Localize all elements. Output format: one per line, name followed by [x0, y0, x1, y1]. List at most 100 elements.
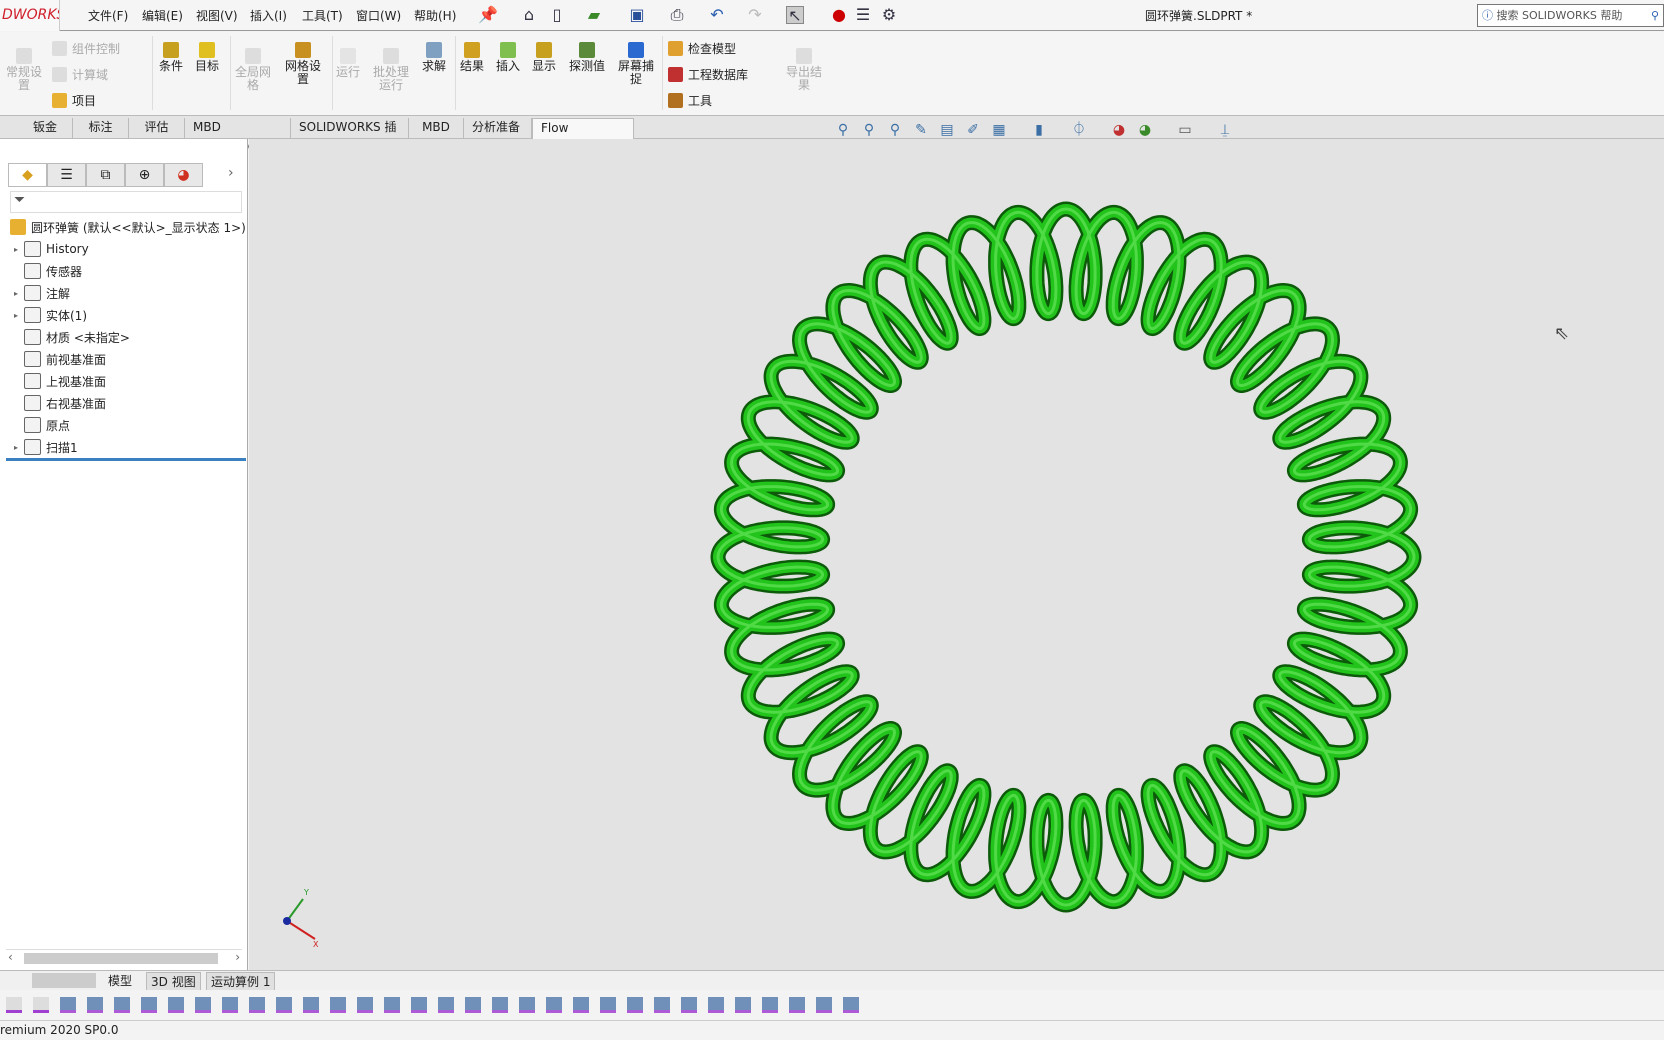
- bounding-box-tool-icon[interactable]: [303, 997, 319, 1013]
- feature-manager-tab[interactable]: ◆: [8, 163, 47, 187]
- tree-item[interactable]: 材质 <未指定>: [8, 326, 130, 348]
- edit-appearance-icon[interactable]: ◕: [1110, 122, 1128, 138]
- point-probe-tool-icon[interactable]: [249, 997, 265, 1013]
- rebuild-icon[interactable]: ●: [830, 6, 848, 24]
- view-orientation-icon[interactable]: ✐: [964, 122, 982, 138]
- save-icon[interactable]: ▣: [628, 6, 646, 24]
- undo-icon[interactable]: ↶: [708, 6, 726, 24]
- scrollbar-thumb[interactable]: [24, 953, 218, 964]
- tab-motion-study[interactable]: 运动算例 1: [206, 972, 276, 991]
- section-view-icon[interactable]: ✎: [912, 122, 930, 138]
- tab-scroll-arrows[interactable]: [32, 973, 96, 988]
- general-settings-button[interactable]: 常规设置: [2, 48, 46, 92]
- tab-analysis-prep[interactable]: 分析准备: [464, 118, 532, 139]
- check-model-button[interactable]: 检查模型: [668, 40, 736, 57]
- solidworks-logo[interactable]: DWORKS: [0, 0, 60, 31]
- open-icon[interactable]: ▰: [585, 6, 603, 24]
- view-settings-icon[interactable]: ▭: [1176, 122, 1194, 138]
- flow-trajectory-tool-icon[interactable]: [573, 997, 589, 1013]
- expand-arrow-icon[interactable]: ▸: [8, 289, 24, 298]
- zoom-to-area-icon[interactable]: ⚲: [860, 122, 878, 138]
- select-other-tool-icon[interactable]: [33, 997, 49, 1013]
- property-manager-tab[interactable]: ☰: [47, 163, 86, 187]
- graphics-viewport[interactable]: Y X ⇖: [249, 139, 1664, 970]
- rollback-bar[interactable]: [6, 458, 246, 461]
- goals-button[interactable]: 目标: [192, 42, 222, 73]
- project-button[interactable]: 项目: [52, 92, 96, 109]
- axis-tool-icon[interactable]: [87, 997, 103, 1013]
- view-selector-icon[interactable]: ▦: [990, 122, 1008, 138]
- surface-tool-icon[interactable]: [141, 997, 157, 1013]
- goal-plot-tool-icon[interactable]: [600, 997, 616, 1013]
- tree-item[interactable]: 传感器: [8, 260, 82, 282]
- section-tool-icon[interactable]: [384, 997, 400, 1013]
- scroll-left-icon[interactable]: ‹: [8, 950, 13, 964]
- menu-window[interactable]: 窗口(W): [356, 7, 401, 24]
- component-control-button[interactable]: 组件控制: [52, 40, 120, 57]
- menu-file[interactable]: 文件(F): [88, 7, 128, 24]
- tab-model[interactable]: 模型: [108, 972, 132, 989]
- tab-3d-view[interactable]: 3D 视图: [146, 972, 201, 991]
- redo-icon[interactable]: ↷: [746, 6, 764, 24]
- batch-run-button[interactable]: 批处理运行: [368, 48, 414, 92]
- volume-parameters-tool-icon[interactable]: [546, 997, 562, 1013]
- point-tool-icon[interactable]: [60, 997, 76, 1013]
- menu-edit[interactable]: 编辑(E): [142, 7, 183, 24]
- menu-tools[interactable]: 工具(T): [302, 7, 343, 24]
- animation-tool-icon[interactable]: [654, 997, 670, 1013]
- menu-view[interactable]: 视图(V): [196, 7, 238, 24]
- flow-lines-tool-icon[interactable]: [411, 997, 427, 1013]
- configuration-manager-tab[interactable]: ⧉: [86, 163, 125, 187]
- result-icon-tool-icon[interactable]: [681, 997, 697, 1013]
- tree-item[interactable]: 前视基准面: [8, 348, 106, 370]
- help-search-input[interactable]: ⓘ 搜索 SOLIDWORKS 帮助 ⚲: [1477, 4, 1664, 27]
- search-icon[interactable]: ⚲: [1651, 5, 1659, 26]
- segment-tool-icon[interactable]: [330, 997, 346, 1013]
- file-properties-icon[interactable]: ☰: [854, 6, 872, 24]
- insert-button[interactable]: 插入: [493, 42, 523, 73]
- zoom-to-fit-icon[interactable]: ⚲: [834, 122, 852, 138]
- scroll-right-icon[interactable]: ›: [235, 950, 240, 964]
- tab-mbd[interactable]: MBD: [409, 118, 464, 139]
- surface-parameters-tool-icon[interactable]: [519, 997, 535, 1013]
- toggle-tool-icon[interactable]: [843, 997, 859, 1013]
- tree-item[interactable]: ▸ 实体(1): [8, 304, 87, 326]
- menu-insert[interactable]: 插入(I): [250, 7, 287, 24]
- pin-icon[interactable]: 📌: [478, 6, 498, 24]
- tree-item[interactable]: ▸ 扫描1: [8, 436, 78, 458]
- run-button[interactable]: 运行: [334, 48, 362, 79]
- tab-evaluate[interactable]: 评估: [129, 118, 185, 139]
- measure-tool-icon[interactable]: [789, 997, 805, 1013]
- xy-plot-tool-icon[interactable]: [492, 997, 508, 1013]
- home-icon[interactable]: ⌂: [520, 6, 538, 24]
- expand-arrow-icon[interactable]: ▸: [8, 245, 24, 254]
- box-tool-icon[interactable]: [276, 997, 292, 1013]
- path-tool-icon[interactable]: [222, 997, 238, 1013]
- tree-item[interactable]: 原点: [8, 414, 70, 436]
- particle-study-tool-icon[interactable]: [465, 997, 481, 1013]
- chevron-right-icon[interactable]: ›: [228, 165, 234, 181]
- compare-tool-icon[interactable]: [816, 997, 832, 1013]
- sensor-tool-icon[interactable]: [708, 997, 724, 1013]
- previous-view-icon[interactable]: ⚲: [886, 122, 904, 138]
- export-results-button[interactable]: 导出结果: [782, 48, 826, 92]
- filter-input[interactable]: ⏷: [10, 191, 242, 213]
- screen-capture-button[interactable]: 屏幕捕捉: [614, 42, 658, 86]
- tree-root[interactable]: 圆环弹簧 (默认<<默认>_显示状态 1>): [10, 216, 246, 238]
- volume-tool-icon[interactable]: [168, 997, 184, 1013]
- options-gear-icon[interactable]: ⚙: [880, 6, 898, 24]
- tab-mbd-dimensions[interactable]: MBD Dimensions: [185, 118, 291, 153]
- mesh-settings-button[interactable]: 网格设置: [280, 42, 326, 86]
- probe-button[interactable]: 探测值: [565, 42, 609, 73]
- tab-annotation[interactable]: 标注: [73, 118, 129, 139]
- triad-view-icon[interactable]: ⍊: [1216, 122, 1234, 138]
- global-mesh-button[interactable]: 全局网格: [232, 48, 274, 92]
- tree-item[interactable]: 上视基准面: [8, 370, 106, 392]
- tab-sheet-metal[interactable]: 钣金: [18, 118, 73, 139]
- expand-arrow-icon[interactable]: ▸: [8, 443, 24, 452]
- tab-solidworks-addins[interactable]: SOLIDWORKS 插件: [291, 118, 409, 153]
- expand-arrow-icon[interactable]: ▸: [8, 311, 24, 320]
- plane-tool-icon[interactable]: [114, 997, 130, 1013]
- menu-help[interactable]: 帮助(H): [414, 7, 456, 24]
- display-manager-tab[interactable]: ◕: [164, 163, 203, 187]
